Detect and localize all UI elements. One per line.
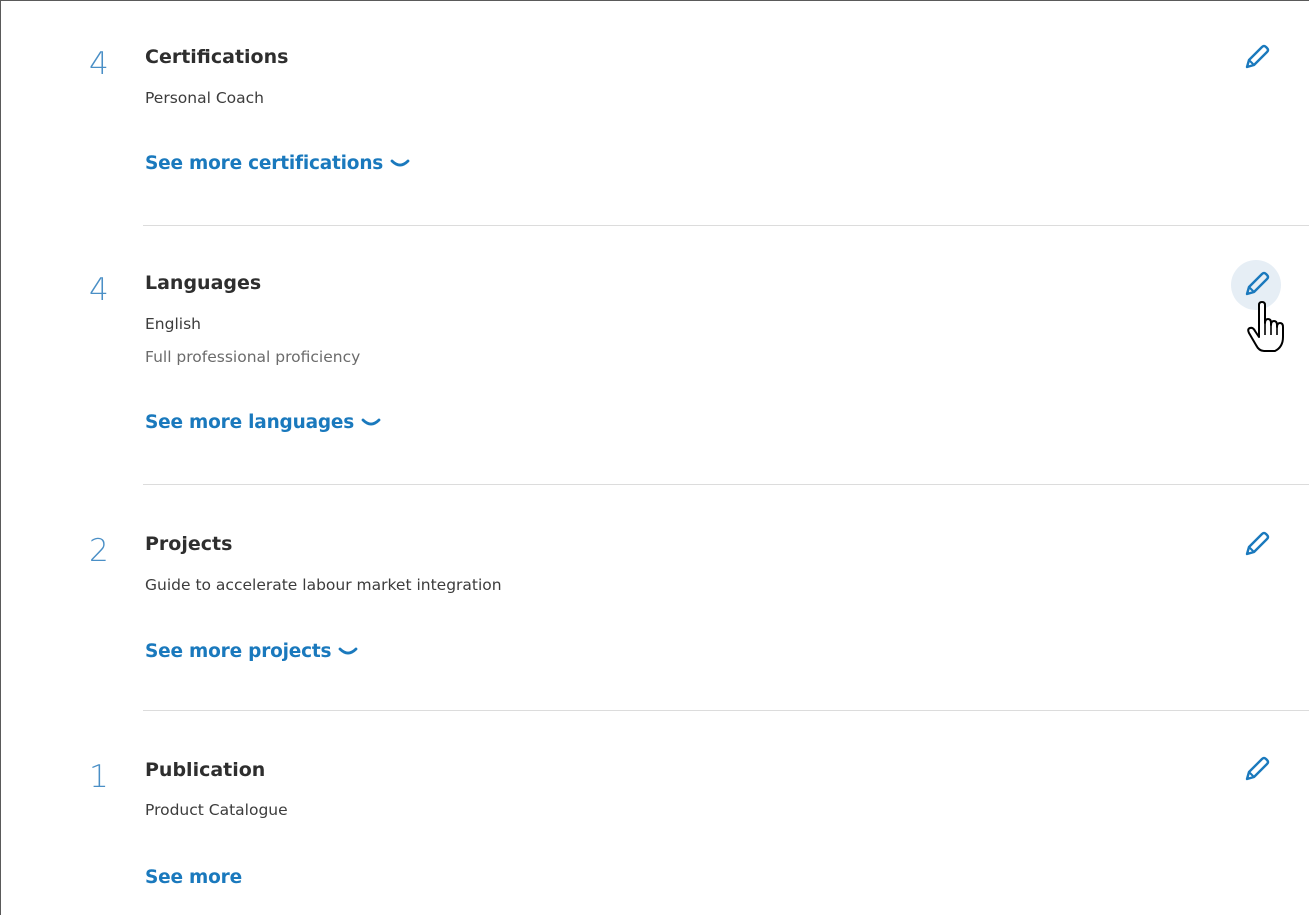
languages-count: 4 [89, 272, 109, 308]
see-more-publication-link[interactable]: See more [145, 867, 242, 888]
edit-languages-button[interactable] [1231, 260, 1281, 310]
divider [143, 225, 1309, 226]
projects-count: 2 [89, 533, 109, 569]
languages-item: English [145, 315, 201, 333]
projects-item: Guide to accelerate labour market integr… [145, 576, 502, 594]
accomplishments-panel: 4 Certifications Personal Coach See more… [0, 0, 1309, 915]
see-more-publication-label: See more [145, 867, 242, 888]
chevron-down-icon [338, 647, 358, 654]
certifications-item: Personal Coach [145, 89, 264, 107]
see-more-projects-link[interactable]: See more projects [145, 641, 358, 662]
see-more-certifications-link[interactable]: See more certifications [145, 153, 410, 174]
edit-publication-button[interactable] [1231, 745, 1281, 795]
divider [143, 484, 1309, 485]
see-more-projects-label: See more projects [145, 641, 332, 662]
pencil-icon [1245, 44, 1270, 69]
edit-projects-button[interactable] [1231, 520, 1281, 570]
edit-certifications-button[interactable] [1231, 33, 1281, 83]
divider [143, 710, 1309, 711]
projects-title: Projects [145, 533, 233, 555]
see-more-certifications-label: See more certifications [145, 153, 384, 174]
see-more-languages-label: See more languages [145, 412, 355, 433]
pencil-icon [1245, 271, 1270, 296]
chevron-down-icon [361, 418, 381, 425]
publication-count: 1 [89, 759, 109, 795]
pencil-icon [1245, 531, 1270, 556]
certifications-count: 4 [89, 46, 109, 82]
pencil-icon [1245, 756, 1270, 781]
certifications-title: Certifications [145, 46, 289, 68]
languages-title: Languages [145, 272, 262, 294]
see-more-languages-link[interactable]: See more languages [145, 412, 381, 433]
languages-proficiency: Full professional proficiency [145, 348, 361, 366]
publication-item: Product Catalogue [145, 801, 288, 819]
chevron-down-icon [390, 159, 410, 166]
publication-title: Publication [145, 759, 266, 781]
